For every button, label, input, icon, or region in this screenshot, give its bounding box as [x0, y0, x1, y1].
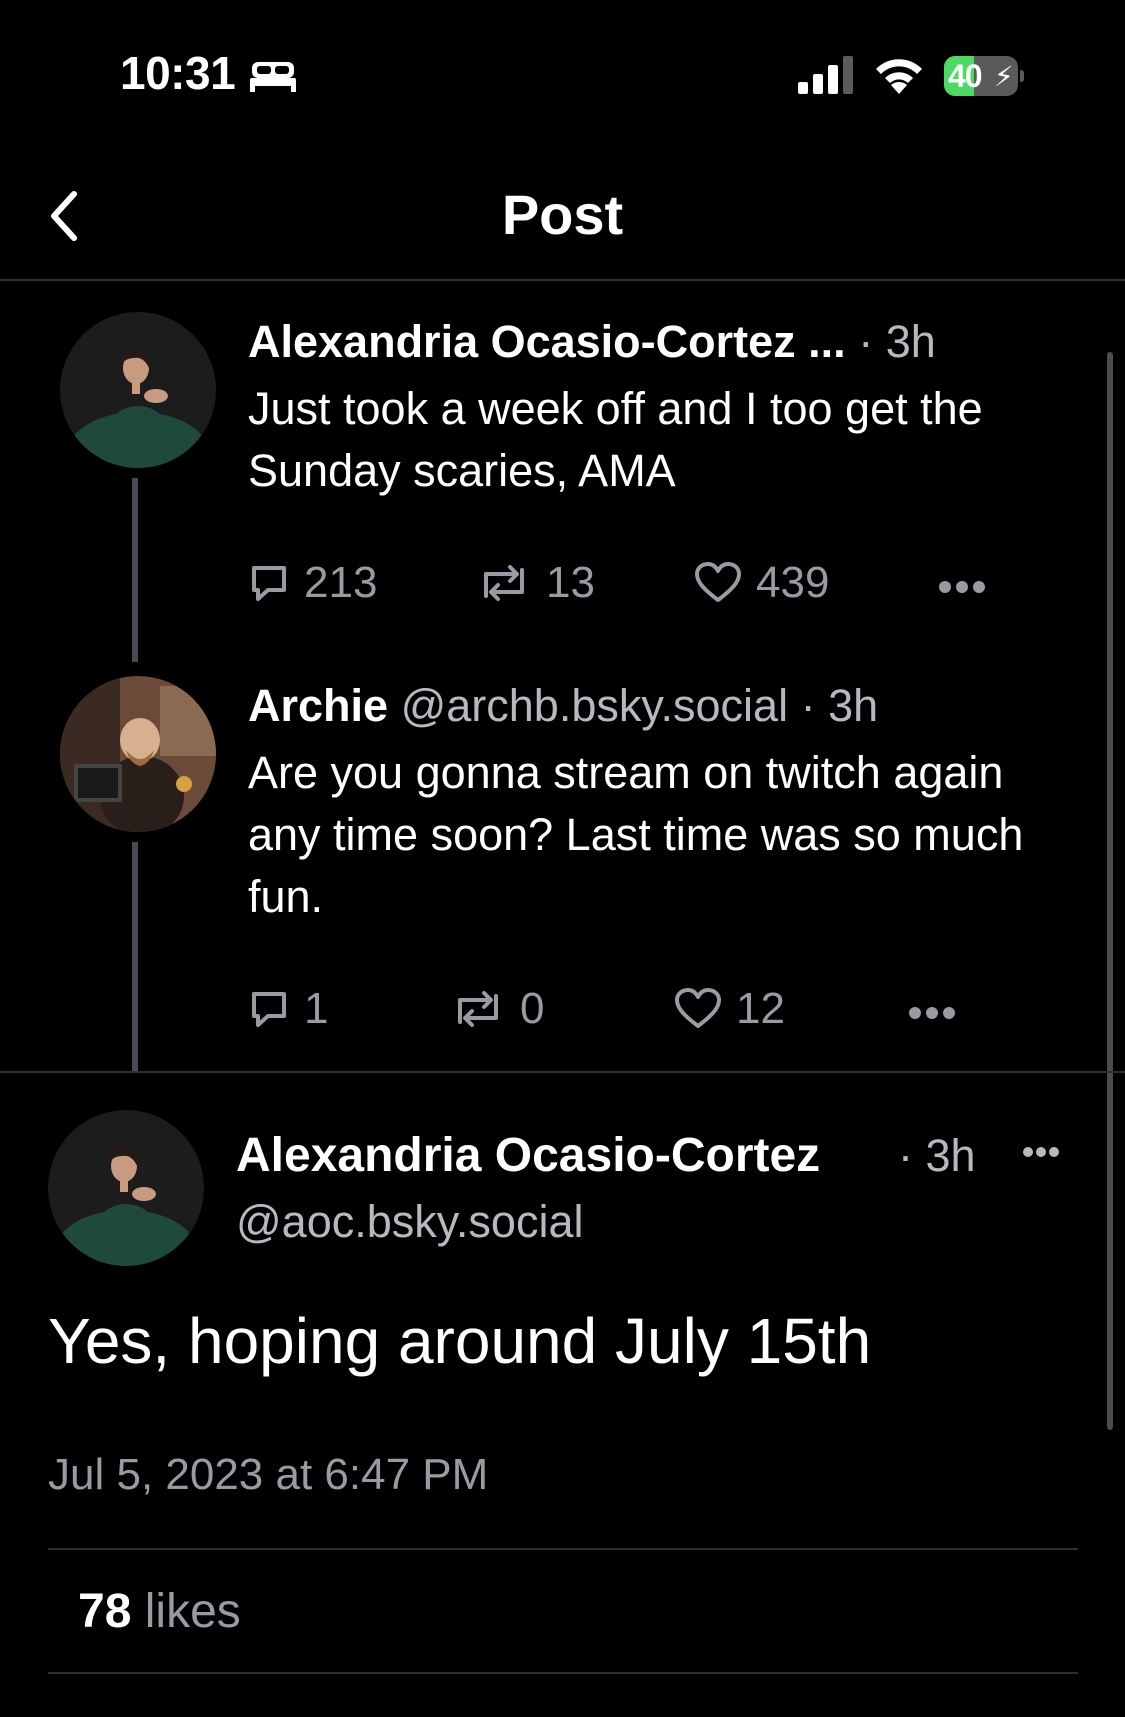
author-name[interactable]: Alexandria Ocasio-Cortez ... — [248, 316, 846, 367]
avatar[interactable] — [60, 676, 216, 832]
repost-icon — [458, 991, 498, 1027]
heart-icon — [675, 988, 721, 1028]
signal-icon — [798, 56, 853, 94]
post-header: Alexandria Ocasio-Cortez ... · 3h — [248, 316, 936, 367]
post-header: Archie @archb.bsky.social · 3h — [248, 680, 879, 731]
author-handle[interactable]: @archb.bsky.social — [401, 680, 789, 731]
charging-bolt-icon: ⚡ — [994, 61, 1014, 92]
heart-icon — [695, 562, 741, 602]
battery-percent: 40 — [948, 58, 983, 94]
repost-button[interactable]: 0 — [450, 984, 544, 1034]
more-icon[interactable] — [908, 1006, 956, 1020]
reply-count: 1 — [304, 984, 329, 1033]
post-time: 3h — [828, 680, 879, 731]
post-time-value: 3h — [925, 1130, 976, 1181]
avatar[interactable] — [60, 312, 216, 468]
page-title: Post — [501, 183, 624, 246]
author-name[interactable]: Alexandria Ocasio-Cortez — [236, 1128, 820, 1183]
like-button[interactable]: 439 — [694, 558, 829, 608]
reply-icon — [252, 992, 286, 1027]
post-text: Are you gonna stream on twitch again any… — [248, 747, 1024, 922]
likes-count: 78 — [78, 1585, 132, 1638]
scrollbar[interactable] — [1107, 352, 1113, 1430]
post-text: Yes, hoping around July 15th — [48, 1305, 872, 1377]
battery-icon: 40 ⚡ — [944, 56, 1024, 96]
repost-button[interactable]: 13 — [476, 558, 595, 608]
more-icon[interactable] — [938, 580, 986, 594]
like-count: 12 — [736, 984, 785, 1033]
repost-icon — [484, 565, 524, 601]
thread-line — [132, 478, 138, 662]
stats-divider — [48, 1548, 1078, 1550]
reply-count: 213 — [304, 558, 378, 607]
reply-icon — [252, 566, 286, 601]
likes-label: likes — [144, 1585, 241, 1638]
thread-line — [132, 842, 138, 1072]
bed-icon — [250, 62, 296, 92]
thread-divider — [0, 1071, 1125, 1073]
header-divider — [0, 279, 1125, 281]
likes-stat[interactable]: 78 likes — [78, 1584, 241, 1639]
avatar[interactable] — [48, 1110, 204, 1266]
reply-button[interactable]: 1 — [248, 984, 328, 1034]
status-time: 10:31 — [120, 47, 236, 99]
wifi-icon — [876, 59, 922, 94]
like-button[interactable]: 12 — [674, 984, 785, 1034]
author-name[interactable]: Archie — [248, 680, 388, 731]
repost-count: 13 — [546, 558, 595, 607]
post-date: Jul 5, 2023 at 6:47 PM — [48, 1450, 489, 1499]
like-count: 439 — [756, 558, 830, 607]
more-icon[interactable] — [1022, 1146, 1060, 1158]
stats-divider — [48, 1672, 1078, 1674]
post-time: · 3h — [898, 1130, 976, 1181]
post-text: Just took a week off and I too get the S… — [248, 383, 983, 496]
author-handle[interactable]: @aoc.bsky.social — [236, 1196, 583, 1248]
post-time: 3h — [885, 316, 936, 367]
reply-button[interactable]: 213 — [248, 558, 377, 608]
repost-count: 0 — [520, 984, 545, 1033]
